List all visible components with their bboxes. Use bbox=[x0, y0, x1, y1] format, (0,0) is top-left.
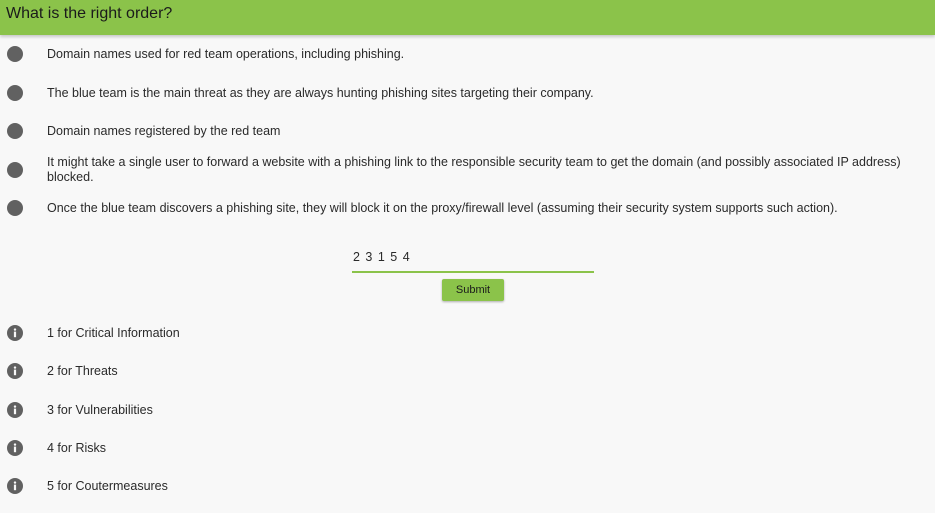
bullet-icon bbox=[7, 200, 23, 216]
answer-field-wrapper bbox=[352, 243, 594, 273]
option-text: The blue team is the main threat as they… bbox=[47, 86, 594, 100]
header-bar: What is the right order? bbox=[0, 0, 935, 35]
list-item: It might take a single user to forward a… bbox=[0, 154, 935, 186]
page-title: What is the right order? bbox=[6, 5, 173, 22]
hint-text: 1 for Critical Information bbox=[47, 326, 180, 340]
list-item: The blue team is the main threat as they… bbox=[0, 85, 935, 103]
hint-item: 4 for Risks bbox=[0, 440, 935, 456]
hint-item: 2 for Threats bbox=[0, 363, 935, 379]
list-item: Domain names used for red team operation… bbox=[0, 46, 935, 64]
hint-text: 3 for Vulnerabilities bbox=[47, 403, 153, 417]
info-icon bbox=[7, 325, 23, 341]
option-text: It might take a single user to forward a… bbox=[47, 155, 901, 184]
answer-input[interactable] bbox=[352, 243, 594, 273]
submit-button[interactable]: Submit bbox=[442, 279, 504, 301]
info-icon bbox=[7, 440, 23, 456]
option-text: Domain names registered by the red team bbox=[47, 124, 281, 138]
info-icon bbox=[7, 478, 23, 494]
bullet-icon bbox=[7, 46, 23, 62]
hint-text: 4 for Risks bbox=[47, 441, 107, 455]
hint-text: 2 for Threats bbox=[47, 364, 118, 378]
hint-item: 5 for Coutermeasures bbox=[0, 478, 935, 494]
option-text: Once the blue team discovers a phishing … bbox=[47, 201, 838, 215]
bullet-icon bbox=[7, 162, 23, 178]
list-item: Domain names registered by the red team bbox=[0, 123, 935, 141]
list-item: Once the blue team discovers a phishing … bbox=[0, 200, 935, 218]
info-icon bbox=[7, 402, 23, 418]
hint-item: 3 for Vulnerabilities bbox=[0, 402, 935, 418]
info-icon bbox=[7, 363, 23, 379]
bullet-icon bbox=[7, 85, 23, 101]
option-text: Domain names used for red team operation… bbox=[47, 47, 405, 61]
hint-text: 5 for Coutermeasures bbox=[47, 479, 168, 493]
bullet-icon bbox=[7, 123, 23, 139]
hint-item: 1 for Critical Information bbox=[0, 325, 935, 341]
